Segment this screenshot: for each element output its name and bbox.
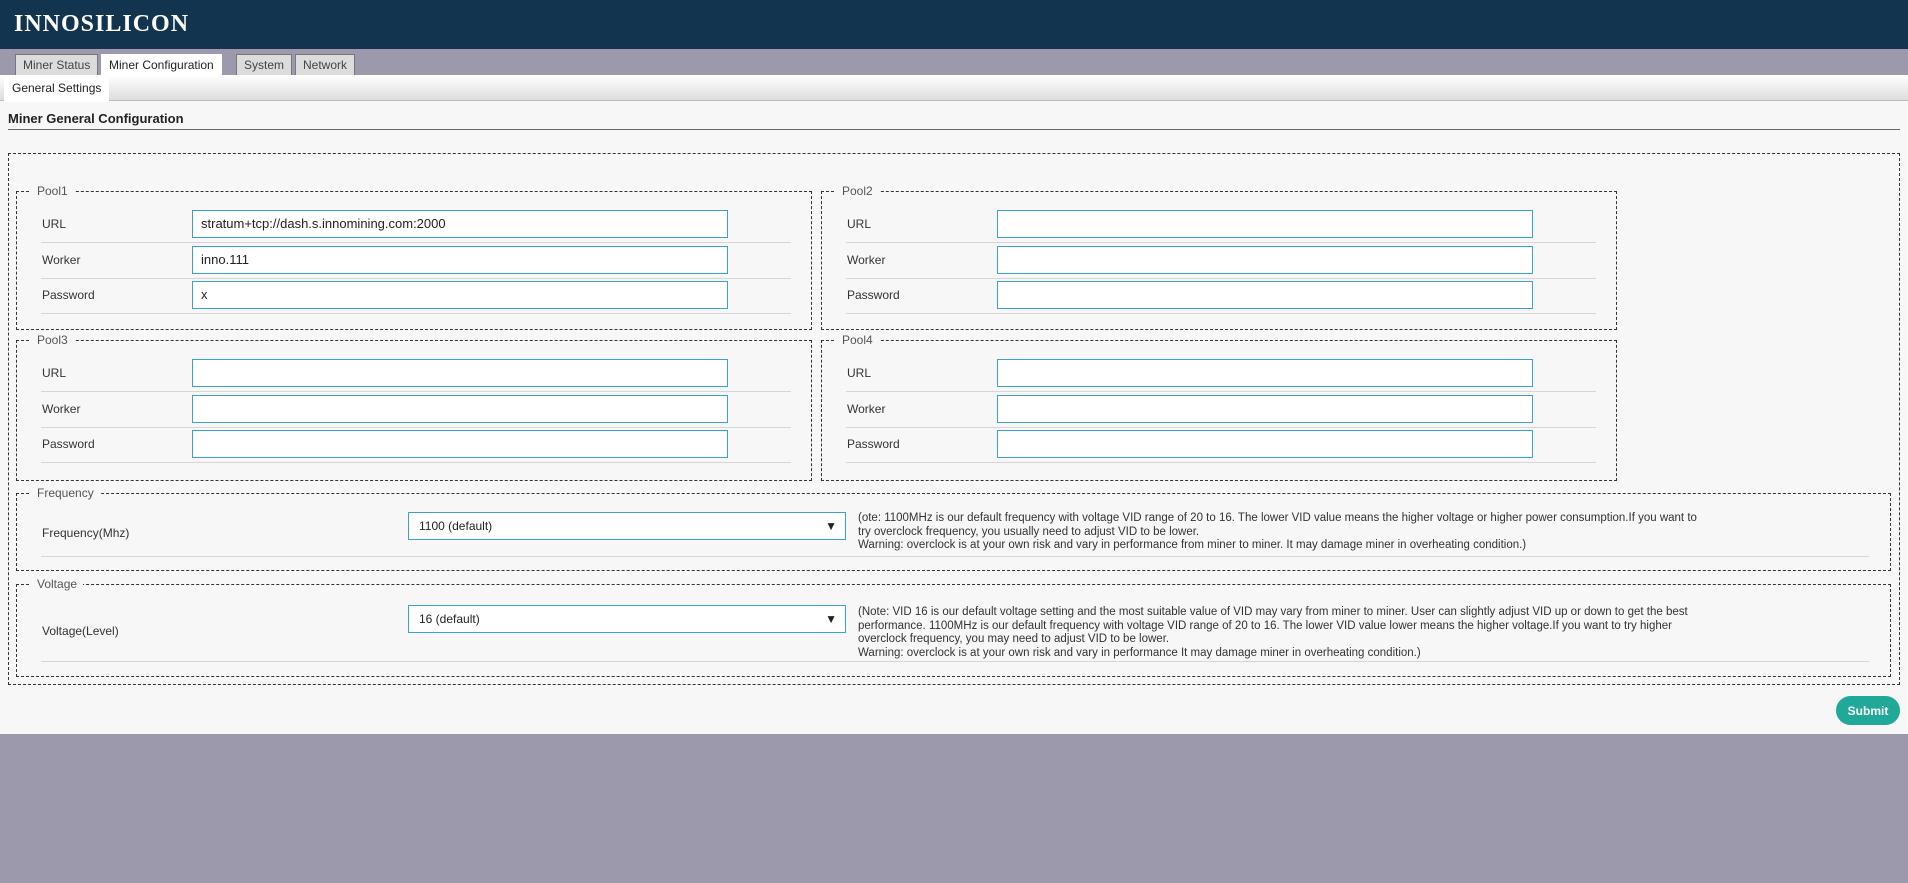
row-divider	[846, 242, 1596, 243]
header: INNOSILICON	[0, 0, 1908, 49]
note-line: (Note: VID 16 is our default voltage set…	[858, 606, 1688, 618]
frequency-label: Frequency(Mhz)	[42, 526, 130, 540]
pool1-url-input[interactable]: stratum+tcp://dash.s.innomining.com:2000	[192, 210, 728, 238]
row-divider	[846, 462, 1596, 463]
tab-system[interactable]: System	[236, 54, 293, 75]
voltage-value: 16 (default)	[419, 612, 480, 626]
row-divider	[41, 462, 791, 463]
frequency-legend: Frequency	[31, 486, 100, 500]
pool-legend: Pool2	[836, 184, 879, 198]
pool3-url-input[interactable]	[192, 359, 728, 387]
main-tabs: Miner Status Miner Configuration System …	[0, 49, 1908, 76]
row-divider	[41, 661, 1869, 662]
row-divider	[41, 313, 791, 314]
password-label: Password	[42, 288, 95, 302]
password-label: Password	[847, 288, 900, 302]
worker-label: Worker	[42, 401, 81, 416]
pool4-url-input[interactable]	[997, 359, 1533, 387]
divider	[8, 129, 1900, 130]
submit-button[interactable]: Submit	[1836, 696, 1900, 725]
row-divider	[41, 391, 791, 392]
voltage-note: (Note: VID 16 is our default voltage set…	[858, 606, 1688, 660]
row-divider	[846, 277, 1596, 279]
innosilicon-logo: INNOSILICON	[14, 11, 190, 37]
pool2-worker-input[interactable]	[997, 245, 1533, 274]
row-divider	[846, 426, 1596, 428]
pool4-worker-input[interactable]	[997, 394, 1533, 423]
tab-general-settings[interactable]: General Settings	[4, 78, 110, 102]
pool-legend: Pool3	[31, 333, 74, 347]
frequency-select[interactable]: 1100 (default) ▼	[408, 512, 846, 540]
row-divider	[41, 556, 1869, 557]
tab-network[interactable]: Network	[295, 54, 356, 75]
pool2-password-input[interactable]	[997, 281, 1533, 309]
dropdown-arrow-icon: ▼	[825, 612, 837, 626]
note-line: performance. 1100MHz is our default freq…	[858, 619, 1672, 632]
frequency-value: 1100 (default)	[419, 519, 493, 533]
note-line: Warning: overclock is at your own risk a…	[858, 539, 1527, 551]
note-line: (ote: 1100MHz is our default frequency w…	[858, 512, 1697, 524]
url-label: URL	[42, 217, 67, 231]
worker-label: Worker	[847, 401, 886, 416]
row-divider	[41, 277, 791, 279]
frequency-section: Frequency Frequency(Mhz) 1100 (default) ▼…	[16, 486, 1891, 571]
voltage-legend: Voltage	[31, 577, 84, 591]
url-label: URL	[42, 366, 67, 380]
dropdown-arrow-icon: ▼	[825, 519, 837, 533]
pool4-password-input[interactable]	[997, 430, 1533, 458]
password-label: Password	[847, 437, 900, 451]
row-divider	[846, 313, 1596, 314]
voltage-section: Voltage Voltage(Level) 16 (default) ▼ (No…	[16, 577, 1891, 677]
page-title: Miner General Configuration	[8, 111, 184, 126]
pool3-password-input[interactable]	[192, 430, 728, 458]
url-label: URL	[847, 217, 872, 231]
sub-tabs: General Settings	[0, 75, 1908, 102]
pool1-password-input[interactable]: x	[192, 281, 728, 309]
pool-legend: Pool4	[836, 333, 879, 347]
tab-miner-status[interactable]: Miner Status	[15, 54, 99, 75]
row-divider	[41, 242, 791, 243]
worker-label: Worker	[847, 252, 886, 267]
note-line: try overclock frequency, you usually nee…	[858, 525, 1200, 538]
row-divider	[41, 426, 791, 428]
row-divider	[846, 391, 1596, 392]
content: General Settings Miner General Configura…	[0, 75, 1908, 734]
frequency-note: (ote: 1100MHz is our default frequency w…	[858, 512, 1697, 553]
pool3-worker-input[interactable]	[192, 394, 728, 423]
note-line: overclock frequency, you may need to adj…	[858, 633, 1170, 645]
pool2-section: Pool2 URL Worker Password	[821, 184, 1617, 330]
pool2-url-input[interactable]	[997, 210, 1533, 238]
pool-legend: Pool1	[31, 184, 74, 198]
voltage-label: Voltage(Level)	[42, 624, 119, 638]
pool1-section: Pool1 URL stratum+tcp://dash.s.innomining.…	[16, 184, 812, 330]
password-label: Password	[42, 437, 95, 451]
note-line: Warning: overclock is at your own risk a…	[858, 646, 1421, 659]
pool3-section: Pool3 URL Worker Password	[16, 333, 812, 481]
pool1-worker-input[interactable]: inno.111	[192, 245, 728, 274]
voltage-select[interactable]: 16 (default) ▼	[408, 605, 846, 633]
pool4-section: Pool4 URL Worker Password	[821, 333, 1617, 481]
url-label: URL	[847, 366, 872, 380]
tab-miner-configuration[interactable]: Miner Configuration	[101, 54, 222, 76]
worker-label: Worker	[42, 252, 81, 267]
